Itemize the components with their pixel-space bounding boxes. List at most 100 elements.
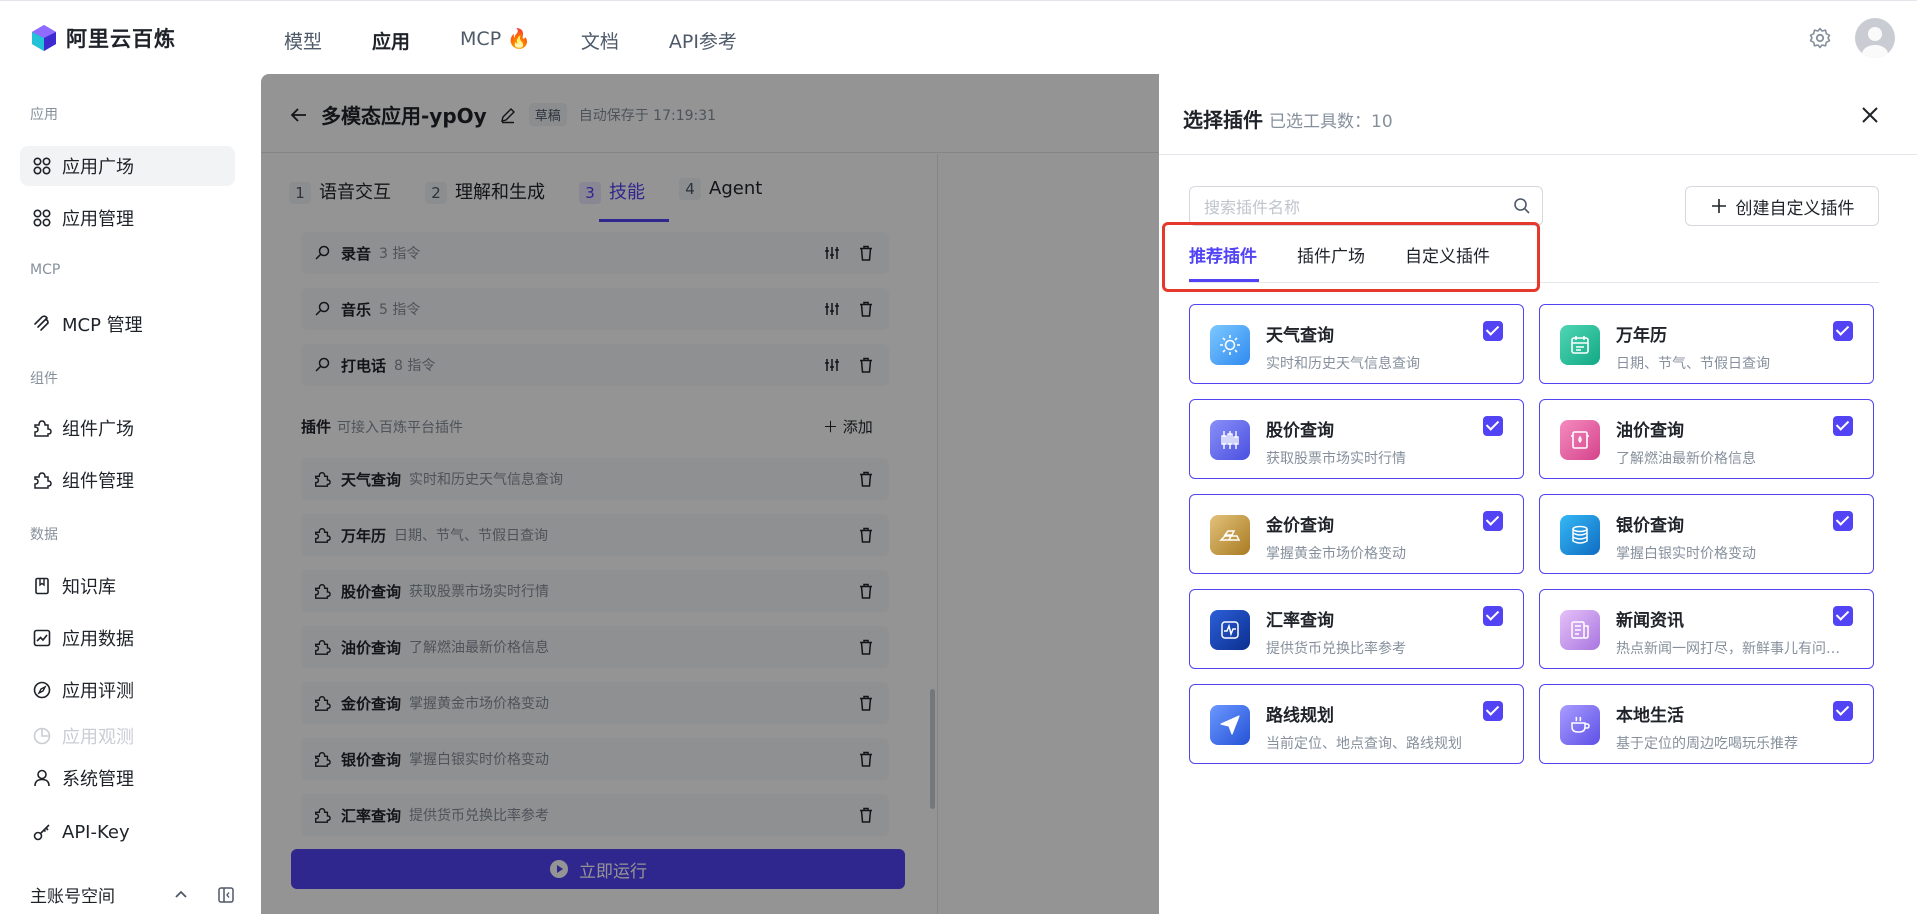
- card-title: 银价查询: [1616, 516, 1684, 536]
- card-checkbox[interactable]: [1483, 701, 1503, 721]
- card-desc: 日期、节气、节假日查询: [1616, 356, 1770, 372]
- plugin-card-exchange[interactable]: 汇率查询 提供货币兑换比率参考: [1189, 589, 1524, 669]
- sidebar-item-app-manage[interactable]: 应用管理: [20, 198, 235, 238]
- user-icon: [34, 769, 50, 787]
- sidebar-item-label: MCP 管理: [62, 315, 143, 336]
- card-checkbox[interactable]: [1833, 606, 1853, 626]
- close-icon[interactable]: [1857, 102, 1883, 128]
- sidebar-item-label: 应用观测: [62, 727, 134, 748]
- sidebar: 应用 应用广场 应用管理 MCP MCP 管理 组件 组件广场 组件管理 数据 …: [0, 74, 260, 924]
- card-desc: 获取股票市场实时行情: [1266, 451, 1406, 467]
- sidebar-item-app-observe[interactable]: 应用观测: [20, 722, 235, 750]
- sidebar-item-app-square[interactable]: 应用广场: [20, 146, 235, 186]
- sidebar-item-knowledge[interactable]: 知识库: [20, 566, 235, 606]
- mcp-icon: [34, 315, 49, 331]
- newspaper-icon: [1560, 610, 1600, 650]
- selected-count: 已选工具数：10: [1269, 112, 1393, 132]
- card-title: 油价查询: [1616, 421, 1684, 441]
- plugin-card-silver[interactable]: 银价查询 掌握白银实时价格变动: [1539, 494, 1874, 574]
- sidebar-item-system[interactable]: 系统管理: [20, 758, 235, 798]
- nav-mcp[interactable]: MCP 🔥: [460, 27, 531, 54]
- sidebar-item-mcp-manage[interactable]: MCP 管理: [20, 304, 235, 344]
- sidebar-item-label: API-Key: [62, 821, 130, 843]
- sidebar-section-app: 应用: [30, 107, 58, 123]
- key-icon: [33, 824, 50, 841]
- user-avatar-icon: [1862, 27, 1888, 58]
- book-icon: [35, 577, 49, 595]
- card-desc: 掌握黄金市场价格变动: [1266, 546, 1406, 562]
- collapse-sidebar-icon[interactable]: [217, 886, 235, 904]
- card-title: 股价查询: [1266, 421, 1334, 441]
- sidebar-item-app-eval[interactable]: 应用评测: [20, 670, 235, 710]
- chart-icon: [33, 629, 51, 647]
- search-placeholder: 搜索插件名称: [1204, 198, 1301, 217]
- card-title: 本地生活: [1616, 706, 1684, 726]
- sidebar-item-component-manage[interactable]: 组件管理: [20, 460, 235, 500]
- card-checkbox[interactable]: [1833, 321, 1853, 341]
- exchange-rate-icon: [1210, 610, 1250, 650]
- sidebar-item-label: 应用数据: [62, 629, 134, 650]
- plugin-card-oil[interactable]: 油价查询 了解燃油最新价格信息: [1539, 399, 1874, 479]
- chevron-up-icon[interactable]: [173, 887, 189, 903]
- card-checkbox[interactable]: [1833, 416, 1853, 436]
- create-plugin-label: 创建自定义插件: [1735, 198, 1855, 219]
- plugin-card-local-life[interactable]: 本地生活 基于定位的周边吃喝玩乐推荐: [1539, 684, 1874, 764]
- grid-icon: [33, 209, 51, 227]
- nav-docs[interactable]: 文档: [581, 27, 619, 54]
- plugin-card-calendar[interactable]: 万年历 日期、节气、节假日查询: [1539, 304, 1874, 384]
- gear-icon[interactable]: [1808, 26, 1832, 50]
- sidebar-item-component-square[interactable]: 组件广场: [20, 408, 235, 448]
- workspace-switcher[interactable]: 主账号空间: [30, 882, 235, 907]
- search-input[interactable]: 搜索插件名称: [1189, 186, 1543, 226]
- card-checkbox[interactable]: [1483, 606, 1503, 626]
- sidebar-item-api-key[interactable]: API-Key: [20, 812, 235, 852]
- plugin-card-route[interactable]: 路线规划 当前定位、地点查询、路线规划: [1189, 684, 1524, 764]
- card-desc: 了解燃油最新价格信息: [1616, 451, 1756, 467]
- card-title: 万年历: [1616, 326, 1667, 346]
- plugin-card-weather[interactable]: 天气查询 实时和历史天气信息查询: [1189, 304, 1524, 384]
- search-icon[interactable]: [1512, 196, 1532, 216]
- card-checkbox[interactable]: [1483, 416, 1503, 436]
- logo-icon: [32, 25, 56, 51]
- plugin-card-gold[interactable]: 金价查询 掌握黄金市场价格变动: [1189, 494, 1524, 574]
- card-checkbox[interactable]: [1833, 701, 1853, 721]
- calendar-icon: [1560, 325, 1600, 365]
- nav-model[interactable]: 模型: [284, 27, 322, 54]
- brand-logo[interactable]: 阿里云百炼: [30, 23, 176, 53]
- card-desc: 实时和历史天气信息查询: [1266, 356, 1420, 372]
- plugin-card-news[interactable]: 新闻资讯 热点新闻一网打尽，新鲜事儿有问必答: [1539, 589, 1874, 669]
- avatar[interactable]: [1855, 18, 1895, 58]
- candlestick-icon: [1210, 420, 1250, 460]
- nav-api[interactable]: API参考: [669, 27, 737, 54]
- sidebar-item-label: 组件管理: [62, 471, 134, 492]
- create-plugin-button[interactable]: 创建自定义插件: [1685, 186, 1879, 226]
- card-checkbox[interactable]: [1483, 321, 1503, 341]
- fuel-icon: [1560, 420, 1600, 460]
- puzzle-icon: [34, 472, 52, 489]
- sidebar-item-label: 应用管理: [62, 209, 134, 230]
- card-title: 汇率查询: [1266, 611, 1334, 631]
- sidebar-item-label: 系统管理: [62, 769, 134, 790]
- annotation-highlight-box: [1162, 222, 1540, 292]
- card-desc: 掌握白银实时价格变动: [1616, 546, 1756, 562]
- drawer-title: 选择插件: [1183, 108, 1263, 132]
- sidebar-section-data: 数据: [30, 527, 58, 543]
- sidebar-item-label: 应用广场: [62, 157, 134, 178]
- card-desc: 热点新闻一网打尽，新鲜事儿有问必答: [1616, 641, 1846, 657]
- plugin-select-drawer: 选择插件 已选工具数：10 搜索插件名称 创建自定义插件 推荐插件 插件广场 自…: [1159, 74, 1917, 924]
- sidebar-section-mcp: MCP: [30, 262, 61, 278]
- card-title: 新闻资讯: [1616, 611, 1684, 631]
- sidebar-item-app-data[interactable]: 应用数据: [20, 618, 235, 658]
- sidebar-item-label: 知识库: [62, 577, 116, 598]
- pie-icon: [33, 727, 51, 745]
- modal-backdrop[interactable]: [261, 74, 1161, 914]
- card-checkbox[interactable]: [1483, 511, 1503, 531]
- card-desc: 基于定位的周边吃喝玩乐推荐: [1616, 736, 1798, 752]
- nav-app[interactable]: 应用: [372, 27, 410, 54]
- sidebar-item-label: 组件广场: [62, 419, 134, 440]
- card-desc: 当前定位、地点查询、路线规划: [1266, 736, 1462, 752]
- card-checkbox[interactable]: [1833, 511, 1853, 531]
- plugin-card-stock[interactable]: 股价查询 获取股票市场实时行情: [1189, 399, 1524, 479]
- sidebar-item-label: 应用评测: [62, 681, 134, 702]
- card-title: 天气查询: [1266, 326, 1334, 346]
